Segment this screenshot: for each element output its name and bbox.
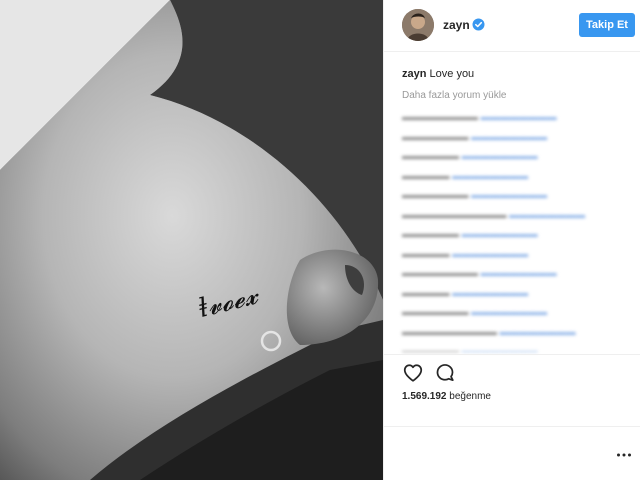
- list-item: ▬▬▬▬▬▬▬▬ ▬▬▬▬▬▬▬▬: [402, 112, 557, 123]
- post-header: zayn Takip Et: [384, 0, 640, 52]
- list-item: ▬▬▬▬▬ ▬▬▬▬▬▬▬▬: [402, 248, 529, 260]
- list-item: ▬▬▬▬▬▬ ▬▬▬▬▬▬▬▬: [402, 151, 538, 162]
- comment-list: ▬▬▬▬▬▬▬▬ ▬▬▬▬▬▬▬▬ ▬▬▬▬▬▬▬ ▬▬▬▬▬▬▬▬ ▬▬▬▬▬…: [402, 108, 634, 352]
- post-sidebar: zayn Takip Et zayn Love you Daha fazla y…: [383, 0, 640, 480]
- avatar-image: [402, 9, 434, 41]
- load-more-comments-link[interactable]: Daha fazla yorum yükle: [402, 90, 507, 101]
- list-item: ▬▬▬▬▬▬▬ ▬▬▬▬▬▬▬▬: [402, 307, 548, 318]
- list-item: ▬▬▬▬▬▬ ▬▬▬▬▬▬▬▬: [402, 229, 538, 240]
- divider: [384, 354, 640, 355]
- list-item: ▬▬▬▬▬▬▬▬ ▬▬▬▬▬▬▬▬: [402, 268, 557, 279]
- post-caption: zayn Love you: [402, 68, 474, 80]
- heart-outline-icon[interactable]: [402, 362, 424, 384]
- username[interactable]: zayn: [443, 18, 470, 32]
- list-item: ▬▬▬▬▬▬▬▬▬▬ ▬▬▬▬▬▬▬▬: [402, 326, 576, 338]
- caption-username[interactable]: zayn: [402, 68, 426, 80]
- verified-badge-icon: [472, 18, 485, 31]
- post-photo: ⱡ𝓿𝓸𝓮𝔁: [0, 0, 383, 480]
- likes-number: 1.569.192: [402, 391, 447, 402]
- tattoo-photo: ⱡ𝓿𝓸𝓮𝔁: [0, 0, 383, 480]
- follow-button[interactable]: Takip Et: [579, 13, 635, 37]
- like-count[interactable]: 1.569.192 beğenme: [402, 391, 491, 402]
- divider: [384, 426, 640, 427]
- avatar[interactable]: [402, 9, 434, 41]
- list-item: ▬▬▬▬▬▬▬ ▬▬▬▬▬▬▬▬: [402, 190, 548, 201]
- list-item: ▬▬▬▬▬ ▬▬▬▬▬▬▬▬: [402, 170, 529, 182]
- ellipsis-icon[interactable]: [616, 451, 632, 459]
- list-item: ▬▬▬▬▬▬▬▬▬▬▬ ▬▬▬▬▬▬▬▬: [402, 209, 586, 221]
- list-item: ▬▬▬▬▬▬▬ ▬▬▬▬▬▬▬▬: [402, 131, 548, 143]
- likes-label: beğenme: [449, 391, 491, 402]
- caption-text: Love you: [429, 68, 475, 80]
- list-item: ▬▬▬▬▬ ▬▬▬▬▬▬▬▬: [402, 287, 529, 299]
- list-item: ▬▬▬▬▬▬ ▬▬▬▬▬▬▬▬: [402, 346, 538, 352]
- speech-bubble-icon[interactable]: [434, 362, 456, 384]
